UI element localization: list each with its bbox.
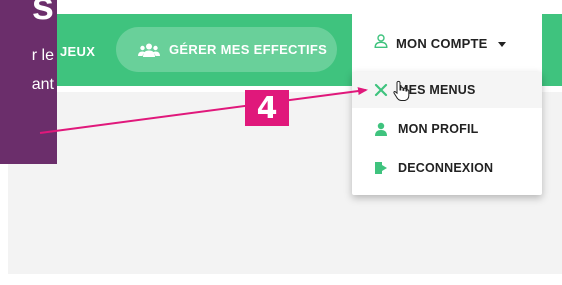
hand-pointer-cursor-icon bbox=[392, 80, 410, 107]
step-number: 4 bbox=[256, 90, 278, 126]
annotation-arrow bbox=[39, 87, 368, 134]
step-number-badge: 4 bbox=[245, 90, 289, 126]
